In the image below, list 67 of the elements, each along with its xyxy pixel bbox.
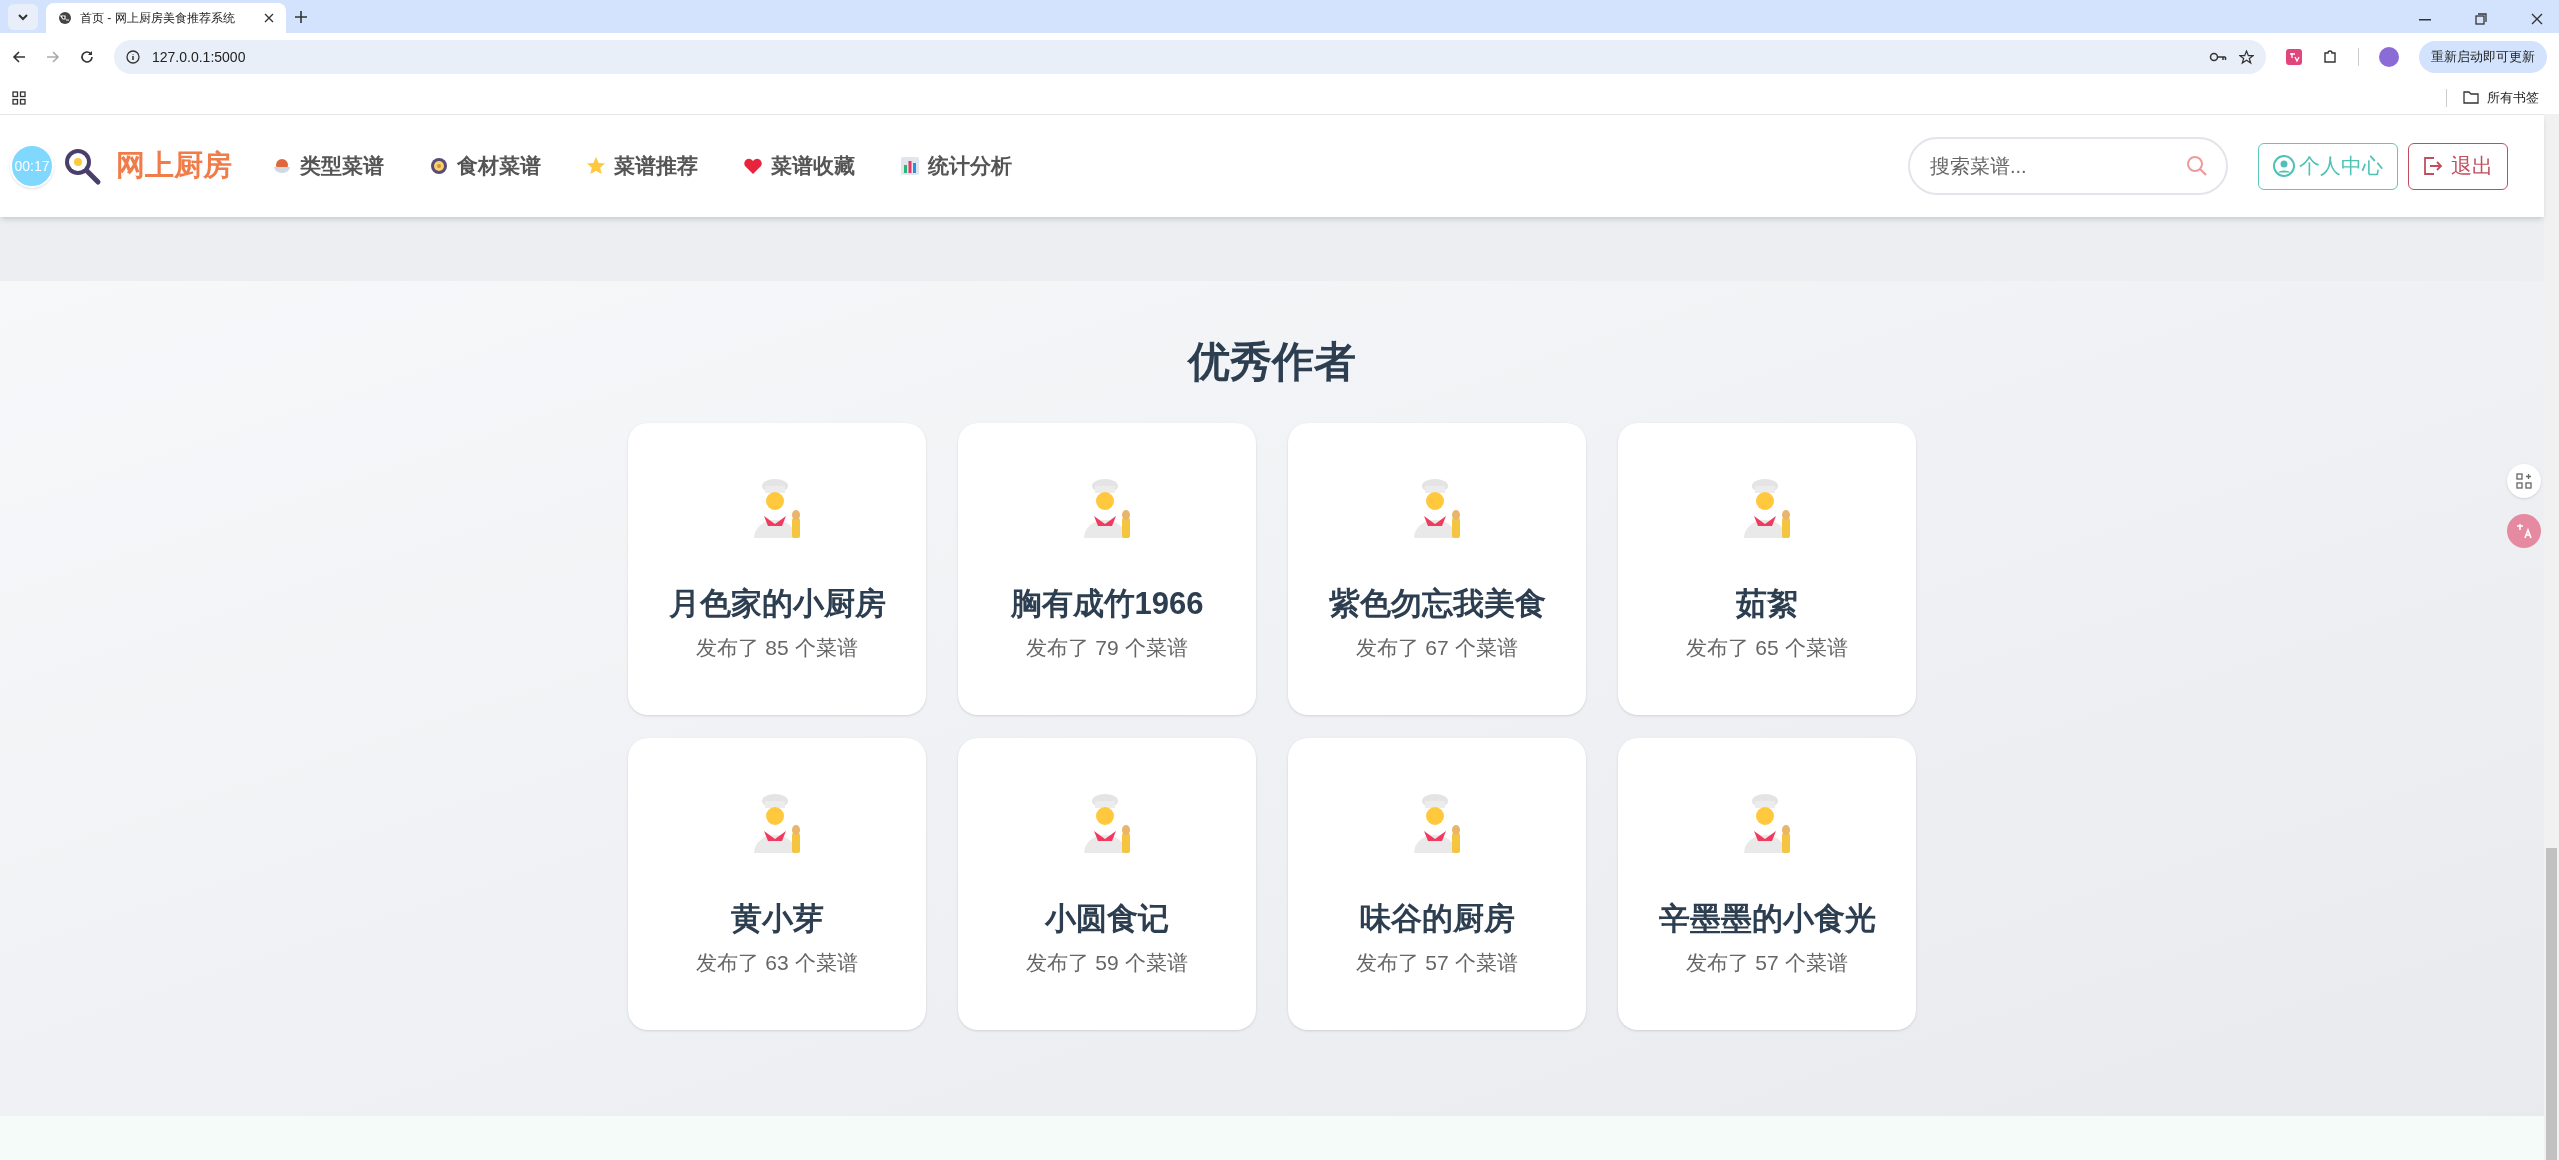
author-name: 胸有成竹1966 [1010,588,1204,619]
recipe-count: 发布了 59 个菜谱 [1026,952,1188,973]
translate-icon [2515,522,2533,540]
author-name: 辛墨墨的小食光 [1658,903,1876,934]
close-tab-icon[interactable] [264,13,274,23]
recipe-count: 发布了 85 个菜谱 [696,637,858,658]
author-name: 小圆食记 [1045,903,1169,934]
reload-icon[interactable] [80,50,94,64]
restore-icon[interactable] [2475,13,2487,25]
pan-icon [429,156,449,176]
grid-plus-icon [2516,473,2532,489]
user-icon [2273,155,2295,177]
author-card[interactable]: 小圆食记 发布了 59 个菜谱 [958,738,1256,1030]
nav-link[interactable]: 菜谱推荐 [586,150,698,182]
author-card[interactable]: 茹絮 发布了 65 个菜谱 [1618,423,1916,715]
update-button[interactable]: 重新启动即可更新 [2419,41,2547,73]
recipe-count: 发布了 57 个菜谱 [1686,952,1848,973]
caret-icon [17,11,29,23]
folder-icon[interactable] [2463,91,2479,104]
minimize-icon[interactable] [2419,19,2431,21]
nav-link[interactable]: 类型菜谱 [272,150,384,182]
recipe-count: 发布了 63 个菜谱 [696,952,858,973]
bookmarks-label[interactable]: 所有书签 [2487,87,2539,108]
globe-icon [58,11,72,25]
author-card[interactable]: 紫色勿忘我美食 发布了 67 个菜谱 [1288,423,1586,715]
new-tab-icon[interactable] [294,10,308,24]
bar-chart-icon [900,156,920,176]
author-name: 味谷的厨房 [1359,903,1515,934]
author-card[interactable]: 黄小芽 发布了 63 个菜谱 [628,738,926,1030]
logout-button[interactable]: 退出 [2408,142,2508,190]
apps-icon[interactable] [12,90,26,105]
info-icon[interactable] [126,50,140,64]
author-name: 月色家的小厨房 [668,588,886,619]
bowl-icon [272,156,292,176]
star-icon [586,156,606,176]
logout-icon [2423,156,2443,176]
author-card[interactable]: 月色家的小厨房 发布了 85 个菜谱 [628,423,926,715]
author-card[interactable]: 辛墨墨的小食光 发布了 57 个菜谱 [1618,738,1916,1030]
nav-link[interactable]: 食材菜谱 [429,150,541,182]
search-field[interactable]: 搜索菜谱... [1908,137,2228,195]
frying-pan-icon [62,146,102,186]
tab-list-button[interactable] [8,4,38,30]
author-card[interactable]: 胸有成竹1966 发布了 79 个菜谱 [958,423,1256,715]
recipe-count: 发布了 67 个菜谱 [1356,637,1518,658]
translate-extension-icon[interactable] [2286,49,2302,65]
author-name: 紫色勿忘我美食 [1328,588,1546,619]
author-name: 黄小芽 [730,903,824,934]
scrollbar[interactable] [2544,114,2559,1160]
recipe-count: 发布了 65 个菜谱 [1686,637,1848,658]
star-icon[interactable] [2239,49,2254,65]
recipe-count: 发布了 57 个菜谱 [1356,952,1518,973]
nav-link[interactable]: 统计分析 [900,150,1012,182]
author-card[interactable]: 味谷的厨房 发布了 57 个菜谱 [1288,738,1586,1030]
key-icon[interactable] [2209,51,2227,63]
address-bar[interactable]: 127.0.0.1:5000 [114,40,2266,74]
author-name: 茹絮 [1736,588,1798,619]
extensions-icon[interactable] [2322,49,2338,65]
timer-badge: 00:17 [10,144,54,188]
heart-icon [743,156,763,176]
section-title: 优秀作者 [1188,341,1356,383]
nav-link[interactable]: 菜谱收藏 [743,150,855,182]
browser-tab[interactable]: 首页 - 网上厨房美食推荐系统 [46,3,286,33]
close-icon[interactable] [2531,13,2543,25]
profile-avatar[interactable] [2379,47,2399,67]
url-text: 127.0.0.1:5000 [152,47,246,67]
recipe-count: 发布了 79 个菜谱 [1026,637,1188,658]
back-icon[interactable] [12,50,26,64]
